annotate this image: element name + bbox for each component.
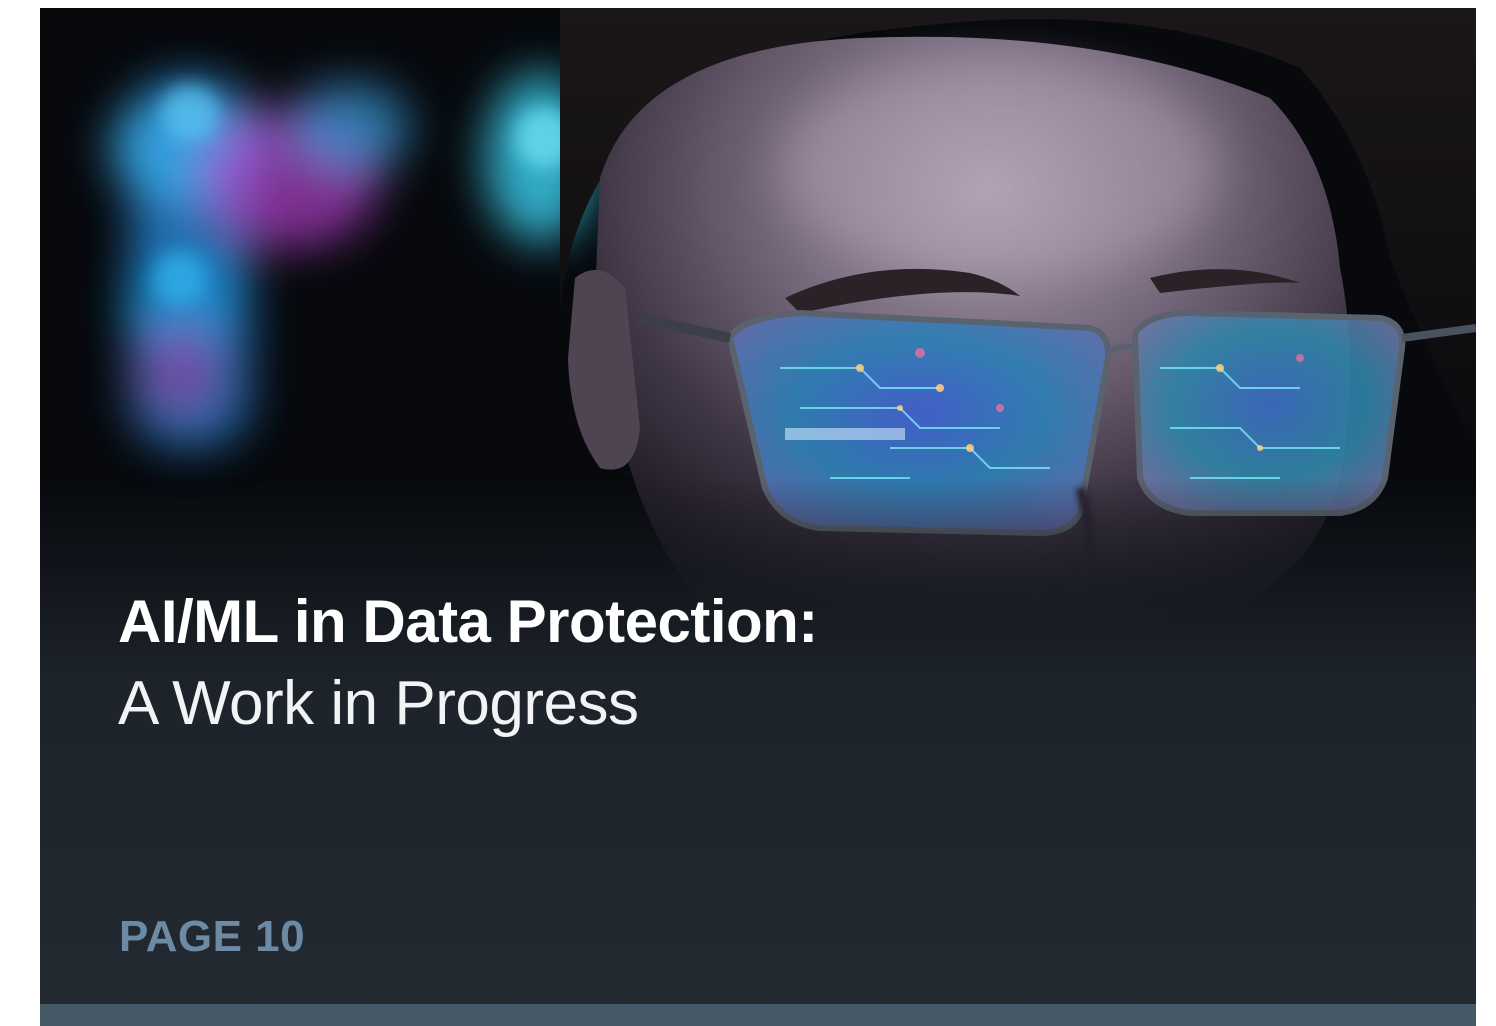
article-card[interactable]: AI/ML in Data Protection: A Work in Prog… bbox=[40, 8, 1476, 1026]
article-subtitle[interactable]: A Work in Progress bbox=[118, 666, 639, 742]
page-number-label[interactable]: PAGE 10 bbox=[119, 911, 305, 963]
article-title[interactable]: AI/ML in Data Protection: bbox=[118, 586, 818, 658]
bottom-bar bbox=[40, 1004, 1476, 1026]
